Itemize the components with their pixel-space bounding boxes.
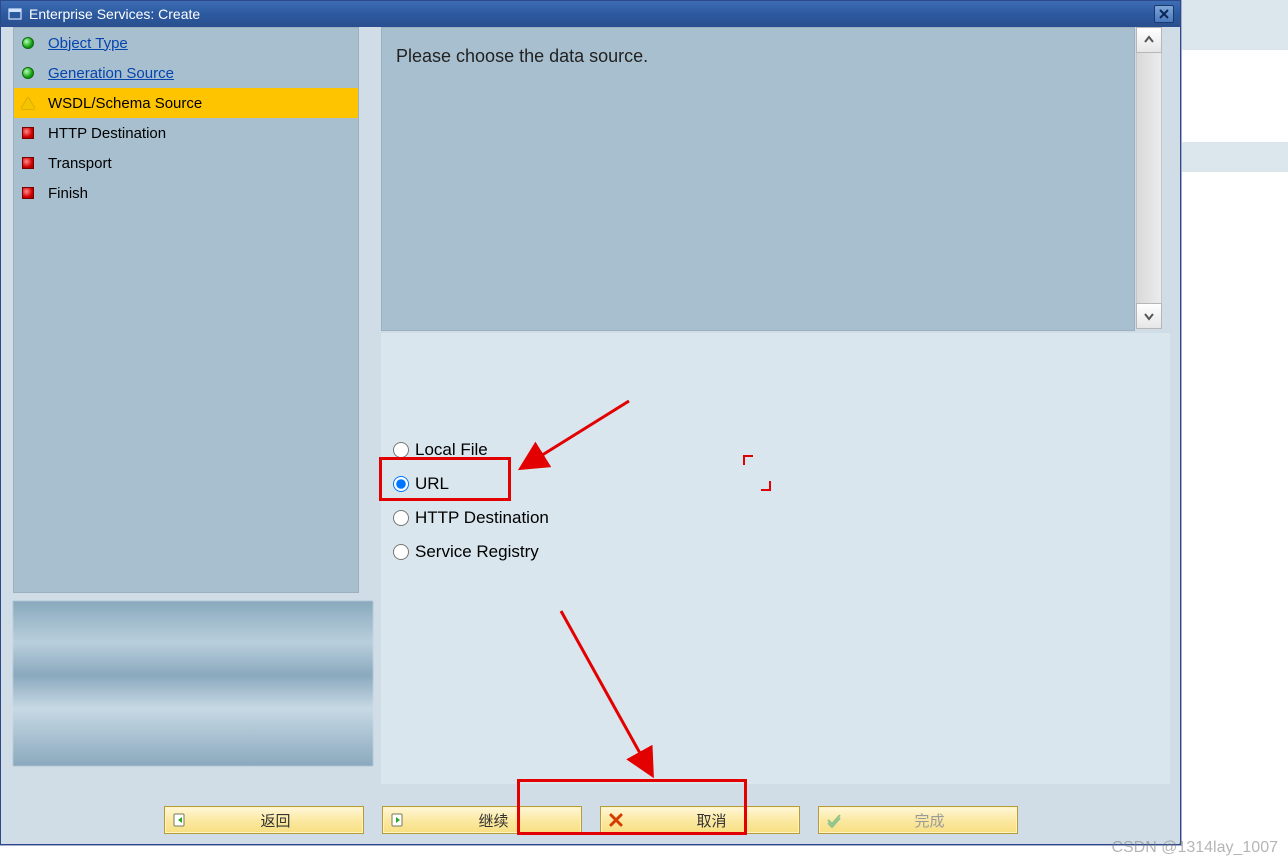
decorative-water-texture <box>13 601 373 766</box>
dialog-window: Enterprise Services: Create Object Type … <box>0 0 1181 845</box>
back-button[interactable]: 返回 <box>164 806 364 834</box>
button-label: 返回 <box>195 810 357 831</box>
wizard-step-http-destination[interactable]: HTTP Destination <box>14 118 358 148</box>
wizard-step-generation-source[interactable]: Generation Source <box>14 58 358 88</box>
button-label: 取消 <box>631 810 793 831</box>
scroll-up-button[interactable] <box>1136 27 1162 53</box>
description-panel: Please choose the data source. <box>381 27 1135 331</box>
cancel-icon <box>607 811 625 829</box>
status-pending-icon <box>20 155 36 171</box>
scrollbar-track[interactable] <box>1136 53 1162 305</box>
status-pending-icon <box>20 125 36 141</box>
status-done-icon <box>20 65 36 81</box>
status-pending-icon <box>20 185 36 201</box>
annotation-crop-mark <box>761 481 771 491</box>
scroll-down-button[interactable] <box>1136 303 1162 329</box>
finish-button[interactable]: 完成 <box>818 806 1018 834</box>
button-label: 继续 <box>413 810 575 831</box>
radio-input[interactable] <box>393 510 409 526</box>
wizard-step-transport[interactable]: Transport <box>14 148 358 178</box>
finish-icon <box>825 811 843 829</box>
wizard-step-label: Object Type <box>48 35 128 52</box>
radio-service-registry[interactable]: Service Registry <box>393 535 753 569</box>
window-title: Enterprise Services: Create <box>29 6 1154 22</box>
radio-input[interactable] <box>393 442 409 458</box>
radio-local-file[interactable]: Local File <box>393 433 753 467</box>
close-button[interactable] <box>1154 5 1174 23</box>
wizard-step-wsdl-schema-source[interactable]: WSDL/Schema Source <box>14 88 358 118</box>
wizard-step-finish[interactable]: Finish <box>14 178 358 208</box>
annotation-crop-mark <box>743 455 753 465</box>
radio-label: URL <box>415 474 449 494</box>
window-icon <box>7 6 23 22</box>
wizard-step-label: Transport <box>48 155 112 172</box>
radio-input[interactable] <box>393 544 409 560</box>
radio-http-destination[interactable]: HTTP Destination <box>393 501 753 535</box>
radio-label: Service Registry <box>415 542 539 562</box>
watermark-text: CSDN @1314lay_1007 <box>1111 839 1278 857</box>
data-source-radio-group: Local File URL HTTP Destination Service … <box>393 433 753 569</box>
wizard-step-label: HTTP Destination <box>48 125 166 142</box>
continue-icon <box>389 811 407 829</box>
wizard-button-bar: 返回 继续 取消 完成 <box>1 806 1180 834</box>
radio-label: Local File <box>415 440 488 460</box>
status-done-icon <box>20 35 36 51</box>
radio-url[interactable]: URL <box>393 467 753 501</box>
wizard-step-object-type[interactable]: Object Type <box>14 28 358 58</box>
titlebar: Enterprise Services: Create <box>1 1 1180 27</box>
wizard-step-label: Finish <box>48 185 88 202</box>
cancel-button[interactable]: 取消 <box>600 806 800 834</box>
back-icon <box>171 811 189 829</box>
status-warning-icon <box>20 95 36 111</box>
button-label: 完成 <box>849 810 1011 831</box>
wizard-step-label: Generation Source <box>48 65 174 82</box>
continue-button[interactable]: 继续 <box>382 806 582 834</box>
wizard-steps-panel: Object Type Generation Source WSDL/Schem… <box>13 27 359 593</box>
wizard-step-label: WSDL/Schema Source <box>48 95 202 112</box>
description-text: Please choose the data source. <box>382 28 1134 85</box>
radio-label: HTTP Destination <box>415 508 549 528</box>
radio-input[interactable] <box>393 476 409 492</box>
